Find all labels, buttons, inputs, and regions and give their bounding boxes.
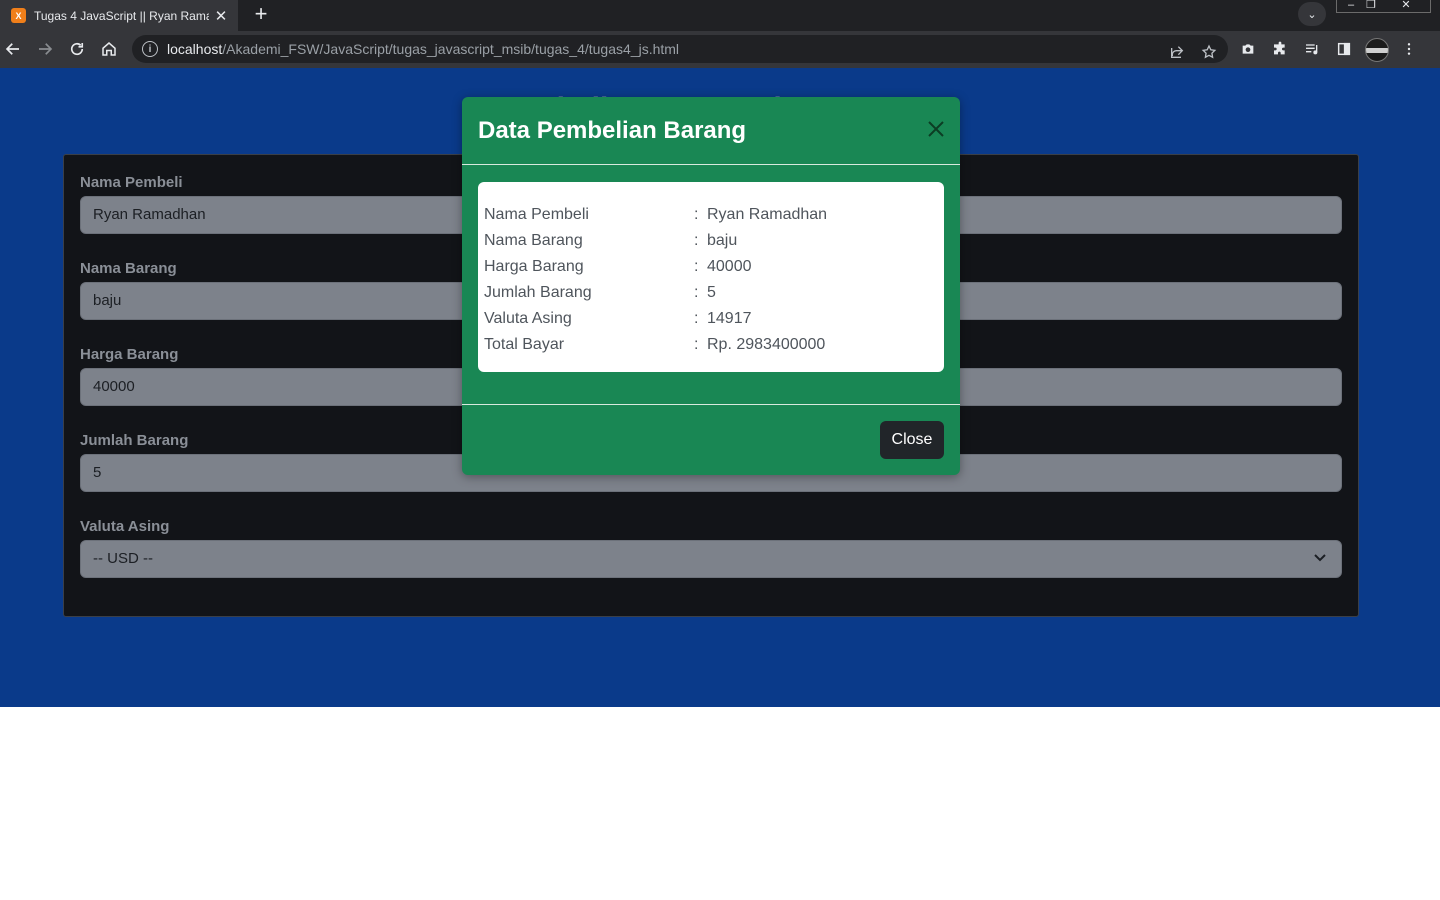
extensions-puzzle-icon[interactable] xyxy=(1270,39,1290,59)
restore-icon[interactable]: ❐ xyxy=(1356,0,1386,12)
detail-key: Harga Barang xyxy=(484,258,584,275)
forward-icon[interactable] xyxy=(33,37,57,61)
detail-value: Ryan Ramadhan xyxy=(707,206,828,223)
modal-title: Data Pembelian Barang xyxy=(478,116,747,144)
detail-separator: : xyxy=(694,310,699,327)
detail-row-jumlah-barang: Jumlah Barang : 5 xyxy=(484,280,938,306)
close-icon[interactable] xyxy=(926,119,946,139)
detail-key: Nama Barang xyxy=(484,232,583,249)
detail-key: Nama Pembeli xyxy=(484,206,589,223)
close-window-icon[interactable]: ✕ xyxy=(1391,0,1421,12)
detail-row-nama-pembeli: Nama Pembeli : Ryan Ramadhan xyxy=(484,202,938,228)
detail-value: 5 xyxy=(707,284,716,301)
tab-search-icon[interactable]: ⌄ xyxy=(1298,2,1326,26)
detail-key: Valuta Asing xyxy=(484,310,572,327)
modal-body: Nama Pembeli : Ryan Ramadhan Nama Barang… xyxy=(478,182,944,372)
share-icon[interactable] xyxy=(1168,43,1186,61)
screenshot-camera-icon[interactable] xyxy=(1238,39,1258,59)
media-playlist-icon[interactable] xyxy=(1302,39,1322,59)
detail-row-harga-barang: Harga Barang : 40000 xyxy=(484,254,938,280)
xampp-favicon-icon: X xyxy=(11,8,26,23)
site-info-icon[interactable]: i xyxy=(142,41,158,57)
reload-icon[interactable] xyxy=(65,37,89,61)
detail-separator: : xyxy=(694,206,699,223)
browser-toolbar: i localhost/Akademi_FSW/JavaScript/tugas… xyxy=(0,31,1440,68)
browser-tab[interactable]: X Tugas 4 JavaScript || Ryan Ramadhan ✕ xyxy=(0,0,238,31)
tab-close-icon[interactable]: ✕ xyxy=(213,7,229,25)
back-icon[interactable] xyxy=(1,37,25,61)
url-host: localhost xyxy=(167,41,223,57)
detail-value: 40000 xyxy=(707,258,752,275)
bookmark-star-icon[interactable] xyxy=(1200,43,1218,61)
menu-kebab-icon[interactable] xyxy=(1399,39,1419,59)
detail-value: baju xyxy=(707,232,738,249)
detail-separator: : xyxy=(694,258,699,275)
modal-footer: Close xyxy=(462,404,960,475)
address-bar[interactable]: i localhost/Akademi_FSW/JavaScript/tugas… xyxy=(132,35,1228,63)
modal-header: Data Pembelian Barang xyxy=(462,97,960,165)
browser-tab-strip: X Tugas 4 JavaScript || Ryan Ramadhan ✕ … xyxy=(0,0,1440,31)
detail-key: Total Bayar xyxy=(484,336,565,353)
home-icon[interactable] xyxy=(97,37,121,61)
detail-separator: : xyxy=(694,232,699,249)
detail-row-valuta-asing: Valuta Asing : 14917 xyxy=(484,306,938,332)
detail-row-total-bayar: Total Bayar : Rp. 2983400000 xyxy=(484,332,938,358)
detail-separator: : xyxy=(694,336,699,353)
detail-key: Jumlah Barang xyxy=(484,284,592,301)
profile-avatar[interactable] xyxy=(1365,38,1389,62)
detail-row-nama-barang: Nama Barang : baju xyxy=(484,228,938,254)
tab-title: Tugas 4 JavaScript || Ryan Ramadhan xyxy=(34,8,209,23)
url-path: /Akademi_FSW/JavaScript/tugas_javascript… xyxy=(222,41,680,57)
side-panel-icon[interactable] xyxy=(1334,39,1354,59)
new-tab-icon[interactable]: + xyxy=(249,3,273,27)
detail-separator: : xyxy=(694,284,699,301)
detail-value: Rp. 2983400000 xyxy=(707,336,826,353)
purchase-data-modal: Data Pembelian Barang Nama Pembeli : Rya… xyxy=(462,97,960,475)
detail-value: 14917 xyxy=(707,310,752,327)
close-button[interactable]: Close xyxy=(880,421,944,459)
